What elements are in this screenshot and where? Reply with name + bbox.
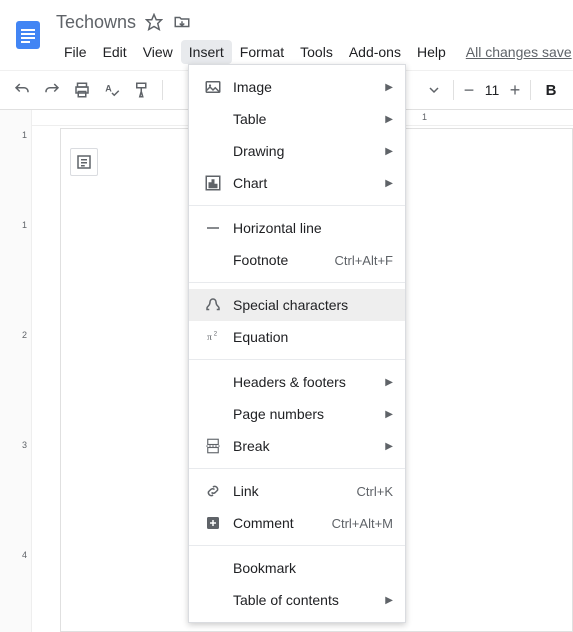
- insert-headers-footers[interactable]: Headers & footers ▶: [189, 366, 405, 398]
- bold-button[interactable]: B: [537, 76, 565, 104]
- horizontal-line-icon: [201, 219, 225, 237]
- menu-separator: [189, 468, 405, 469]
- ruler-tick: 2: [22, 330, 27, 340]
- menu-label: Horizontal line: [233, 220, 393, 236]
- ruler-tick: 4: [22, 550, 27, 560]
- toolbar-separator: [162, 80, 163, 100]
- header: Techowns File Edit View Insert Format To…: [0, 0, 573, 64]
- menu-label: Image: [233, 79, 385, 95]
- toolbar-separator: [453, 80, 454, 100]
- move-icon[interactable]: [172, 12, 192, 32]
- omega-icon: [201, 296, 225, 314]
- insert-comment[interactable]: Comment Ctrl+Alt+M: [189, 507, 405, 539]
- menu-label: Special characters: [233, 297, 393, 313]
- menu-label: Bookmark: [233, 560, 393, 576]
- menu-label: Footnote: [233, 252, 334, 268]
- submenu-arrow-icon: ▶: [385, 82, 393, 93]
- insert-image[interactable]: Image ▶: [189, 71, 405, 103]
- menu-label: Table of contents: [233, 592, 385, 608]
- submenu-arrow-icon: ▶: [385, 441, 393, 452]
- font-size-decrease[interactable]: −: [460, 78, 478, 102]
- svg-text:2: 2: [214, 332, 218, 338]
- insert-bookmark[interactable]: Bookmark: [189, 552, 405, 584]
- outline-toggle-button[interactable]: [70, 148, 98, 176]
- link-icon: [201, 482, 225, 500]
- title-row: Techowns: [56, 8, 573, 36]
- insert-page-numbers[interactable]: Page numbers ▶: [189, 398, 405, 430]
- menu-label: Table: [233, 111, 385, 127]
- submenu-arrow-icon: ▶: [385, 595, 393, 606]
- menu-help[interactable]: Help: [409, 40, 454, 64]
- menu-separator: [189, 282, 405, 283]
- menu-addons[interactable]: Add-ons: [341, 40, 409, 64]
- star-icon[interactable]: [144, 12, 164, 32]
- docs-logo[interactable]: [8, 8, 48, 62]
- doc-title[interactable]: Techowns: [56, 12, 136, 33]
- svg-text:A: A: [105, 84, 112, 94]
- ruler-tick: 3: [22, 440, 27, 450]
- menu-shortcut: Ctrl+K: [357, 484, 393, 499]
- menu-edit[interactable]: Edit: [95, 40, 135, 64]
- menu-shortcut: Ctrl+Alt+F: [334, 253, 393, 268]
- insert-dropdown: Image ▶ Table ▶ Drawing ▶ Chart ▶ Horizo…: [188, 64, 406, 623]
- insert-drawing[interactable]: Drawing ▶: [189, 135, 405, 167]
- equation-icon: π2: [201, 328, 225, 346]
- submenu-arrow-icon: ▶: [385, 114, 393, 125]
- menu-label: Comment: [233, 515, 332, 531]
- menu-tools[interactable]: Tools: [292, 40, 341, 64]
- changes-saved-link[interactable]: All changes save: [466, 44, 572, 60]
- font-size-value[interactable]: 11: [478, 80, 506, 100]
- menu-shortcut: Ctrl+Alt+M: [332, 516, 393, 531]
- insert-table-of-contents[interactable]: Table of contents ▶: [189, 584, 405, 616]
- paint-format-button[interactable]: [128, 76, 156, 104]
- menu-label: Break: [233, 438, 385, 454]
- insert-footnote[interactable]: Footnote Ctrl+Alt+F: [189, 244, 405, 276]
- insert-equation[interactable]: π2 Equation: [189, 321, 405, 353]
- font-size-increase[interactable]: +: [506, 78, 524, 102]
- print-button[interactable]: [68, 76, 96, 104]
- insert-break[interactable]: Break ▶: [189, 430, 405, 462]
- submenu-arrow-icon: ▶: [385, 178, 393, 189]
- submenu-arrow-icon: ▶: [385, 409, 393, 420]
- menu-label: Link: [233, 483, 357, 499]
- menu-label: Equation: [233, 329, 393, 345]
- chart-icon: [201, 174, 225, 192]
- svg-text:π: π: [207, 332, 212, 343]
- ruler-tick: 1: [22, 130, 27, 140]
- image-icon: [201, 78, 225, 96]
- ruler-tick: 1: [422, 112, 427, 122]
- insert-chart[interactable]: Chart ▶: [189, 167, 405, 199]
- ruler-tick: 1: [22, 220, 27, 230]
- menu-label: Page numbers: [233, 406, 385, 422]
- undo-button[interactable]: [8, 76, 36, 104]
- menu-format[interactable]: Format: [232, 40, 292, 64]
- insert-table[interactable]: Table ▶: [189, 103, 405, 135]
- submenu-arrow-icon: ▶: [385, 377, 393, 388]
- menu-label: Headers & footers: [233, 374, 385, 390]
- menu-separator: [189, 205, 405, 206]
- spellcheck-button[interactable]: A: [98, 76, 126, 104]
- insert-link[interactable]: Link Ctrl+K: [189, 475, 405, 507]
- submenu-arrow-icon: ▶: [385, 146, 393, 157]
- menu-view[interactable]: View: [135, 40, 181, 64]
- menubar: File Edit View Insert Format Tools Add-o…: [56, 40, 573, 64]
- font-size-control: − 11 +: [460, 78, 524, 102]
- insert-horizontal-line[interactable]: Horizontal line: [189, 212, 405, 244]
- insert-special-characters[interactable]: Special characters: [189, 289, 405, 321]
- vertical-ruler: 1 1 2 3 4: [0, 110, 32, 632]
- menu-file[interactable]: File: [56, 40, 95, 64]
- menu-label: Drawing: [233, 143, 385, 159]
- page-break-icon: [201, 437, 225, 455]
- font-select[interactable]: [421, 85, 447, 95]
- menu-label: Chart: [233, 175, 385, 191]
- menu-separator: [189, 545, 405, 546]
- menu-separator: [189, 359, 405, 360]
- redo-button[interactable]: [38, 76, 66, 104]
- header-main: Techowns File Edit View Insert Format To…: [56, 8, 573, 64]
- comment-icon: [201, 514, 225, 532]
- toolbar-separator: [530, 80, 531, 100]
- menu-insert[interactable]: Insert: [181, 40, 232, 64]
